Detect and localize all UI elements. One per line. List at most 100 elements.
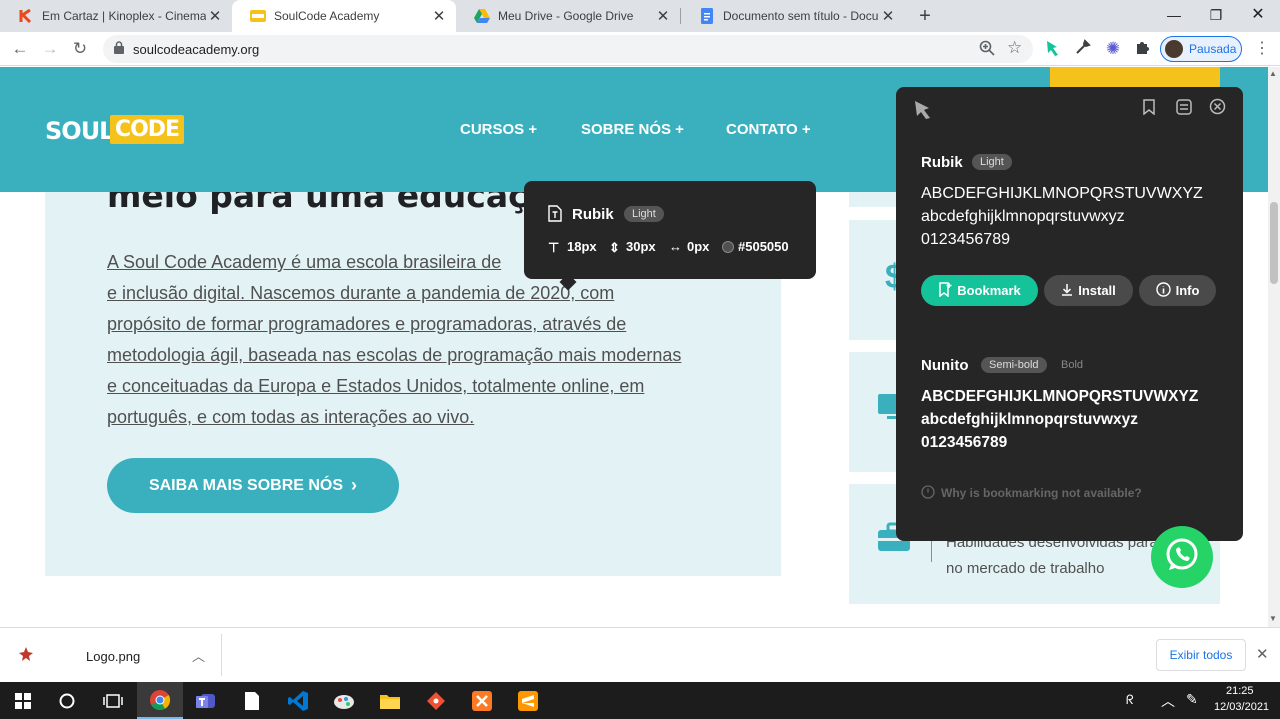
pen-icon[interactable]: ✎ xyxy=(1186,691,1198,708)
back-icon[interactable]: ← xyxy=(8,37,32,61)
tab-soulcode[interactable]: SoulCode Academy ✕ xyxy=(232,0,456,32)
font-name-nunito: Nunito xyxy=(921,357,969,374)
sample-uppercase: ABCDEFGHIJKLMNOPQRSTUVWXYZ xyxy=(921,388,1199,405)
settings-icon[interactable] xyxy=(1176,99,1192,120)
whatsapp-button[interactable] xyxy=(1151,526,1213,588)
teams-icon[interactable] xyxy=(183,682,229,719)
tab-google-drive[interactable]: Meu Drive - Google Drive ✕ xyxy=(456,0,680,32)
zoom-icon[interactable] xyxy=(979,40,995,61)
sublime-text-icon[interactable] xyxy=(505,682,551,719)
page-scrollbar[interactable] xyxy=(1268,67,1280,627)
bookmark-star-icon[interactable]: ☆ xyxy=(1007,38,1022,58)
close-icon[interactable]: ✕ xyxy=(206,7,224,25)
vscode-icon[interactable] xyxy=(275,682,321,719)
tip-font-size: 18px xyxy=(567,239,597,254)
task-view-icon[interactable] xyxy=(90,682,136,719)
close-panel-icon[interactable] xyxy=(1209,98,1226,120)
tab-title: Em Cartaz | Kinoplex - Cinema ao xyxy=(42,9,206,23)
google-drive-icon xyxy=(474,8,490,24)
menu-kebab-icon[interactable]: ⋮ xyxy=(1252,39,1272,59)
info-button[interactable]: Info xyxy=(1139,275,1216,306)
install-button[interactable]: Install xyxy=(1044,275,1133,306)
nav-sobre-nos[interactable]: SOBRE NÓS + xyxy=(581,121,684,138)
paragraph-line: e inclusão digital. Nascemos durante a p… xyxy=(107,283,615,303)
tip-weight-badge: Light xyxy=(624,206,664,222)
chevron-up-icon[interactable]: ︿ xyxy=(192,646,205,665)
sample-digits: 0123456789 xyxy=(921,231,1010,248)
about-more-button[interactable]: SAIBA MAIS SOBRE NÓS › xyxy=(107,458,399,513)
sample-digits: 0123456789 xyxy=(921,434,1008,451)
reload-icon[interactable]: ↻ xyxy=(68,37,92,61)
tab-strip: Em Cartaz | Kinoplex - Cinema ao ✕ SoulC… xyxy=(0,0,1280,32)
bookmark-help-link[interactable]: Why is bookmarking not available? xyxy=(941,486,1142,500)
close-icon[interactable]: ✕ xyxy=(430,7,448,25)
sample-lowercase: abcdefghijklmnopqrstuvwxyz xyxy=(921,411,1139,428)
people-icon[interactable]: ᖇ xyxy=(1126,692,1134,708)
whatsapp-icon xyxy=(1164,537,1200,578)
window-close-icon[interactable]: ✕ xyxy=(1246,4,1270,26)
weight-badge[interactable]: Light xyxy=(972,154,1012,170)
puzzle-extensions-icon[interactable] xyxy=(1133,39,1153,59)
bookmark-list-icon[interactable] xyxy=(1142,99,1156,120)
close-icon[interactable]: ✕ xyxy=(879,7,897,25)
chevron-right-icon: › xyxy=(351,475,358,495)
git-icon[interactable] xyxy=(413,682,459,719)
scrollbar-thumb[interactable] xyxy=(1270,202,1278,284)
sample-lowercase: abcdefghijklmnopqrstuvwxyz xyxy=(921,208,1125,225)
tab-google-docs[interactable]: Documento sem título - Docume ✕ xyxy=(681,0,905,32)
nav-contato[interactable]: CONTATO + xyxy=(726,121,811,138)
minimize-icon[interactable]: — xyxy=(1162,4,1186,26)
alt-weight[interactable]: Bold xyxy=(1061,359,1083,371)
maximize-icon[interactable]: ❐ xyxy=(1204,4,1228,26)
info-icon xyxy=(1155,281,1171,300)
notepad-icon[interactable] xyxy=(229,682,275,719)
file-explorer-icon[interactable] xyxy=(367,682,413,719)
windows-start-icon[interactable] xyxy=(0,682,46,719)
sample-uppercase: ABCDEFGHIJKLMNOPQRSTUVWXYZ xyxy=(921,185,1203,202)
fonts-ninja-extension-icon[interactable] xyxy=(1043,39,1063,59)
gear-extension-icon[interactable]: ✺ xyxy=(1103,39,1123,59)
xampp-icon[interactable] xyxy=(459,682,505,719)
clock-date[interactable]: 12/03/2021 xyxy=(1214,701,1269,713)
tip-line-height: 30px xyxy=(626,239,656,254)
show-all-button[interactable]: Exibir todos xyxy=(1156,639,1246,671)
address-bar[interactable]: soulcodeacademy.org ☆ xyxy=(103,35,1033,63)
close-download-bar-icon[interactable]: ✕ xyxy=(1256,645,1269,663)
profile-button[interactable]: Pausada xyxy=(1160,36,1242,62)
new-tab-button[interactable]: + xyxy=(914,4,936,28)
clock-time[interactable]: 21:25 xyxy=(1226,685,1254,697)
scroll-down-icon[interactable]: ▼ xyxy=(1269,614,1277,623)
paragraph-line: A Soul Code Academy é uma escola brasile… xyxy=(107,252,502,272)
url-text: soulcodeacademy.org xyxy=(133,42,260,57)
logo-soul[interactable]: SOUL xyxy=(45,117,114,145)
chevron-up-icon[interactable]: ︿ xyxy=(1161,691,1175,711)
nav-cursos[interactable]: CURSOS + xyxy=(460,121,537,138)
ninja-logo-icon xyxy=(912,97,936,126)
logo-code[interactable]: CODE xyxy=(110,115,184,144)
google-docs-icon xyxy=(699,8,715,24)
eyedropper-extension-icon[interactable] xyxy=(1073,39,1093,59)
bookmark-label: Bookmark xyxy=(957,283,1021,298)
scroll-up-icon[interactable]: ▲ xyxy=(1269,69,1277,78)
tab-title: Meu Drive - Google Drive xyxy=(498,9,634,23)
lock-icon[interactable] xyxy=(114,41,124,59)
info-label: Info xyxy=(1175,283,1200,298)
search-circle-icon[interactable] xyxy=(44,682,90,719)
font-name-rubik: Rubik xyxy=(921,154,963,171)
paragraph-line: metodologia ágil, baseada nas escolas de… xyxy=(107,345,682,365)
tab-kinoplex[interactable]: Em Cartaz | Kinoplex - Cinema ao ✕ xyxy=(0,0,232,32)
color-swatch xyxy=(722,241,734,253)
download-bar: Logo.png ︿ Exibir todos ✕ xyxy=(0,627,1280,682)
font-inspector-tooltip: Rubik Light ⊤ 18px ⇕ 30px ↔ 0px #505050 xyxy=(524,181,816,279)
kinoplex-icon xyxy=(18,8,34,24)
paint-icon[interactable] xyxy=(321,682,367,719)
help-circle-icon xyxy=(921,485,935,504)
close-icon[interactable]: ✕ xyxy=(654,7,672,25)
bookmark-button[interactable]: Bookmark xyxy=(921,275,1038,306)
forward-icon[interactable]: → xyxy=(38,37,62,61)
line-height-icon: ⇕ xyxy=(609,240,620,255)
download-icon xyxy=(1061,283,1073,299)
chrome-icon[interactable] xyxy=(137,682,183,719)
weight-badge[interactable]: Semi-bold xyxy=(981,357,1047,373)
browser-toolbar: ← → ↻ soulcodeacademy.org ☆ ✺ ⋮ xyxy=(0,32,1280,66)
